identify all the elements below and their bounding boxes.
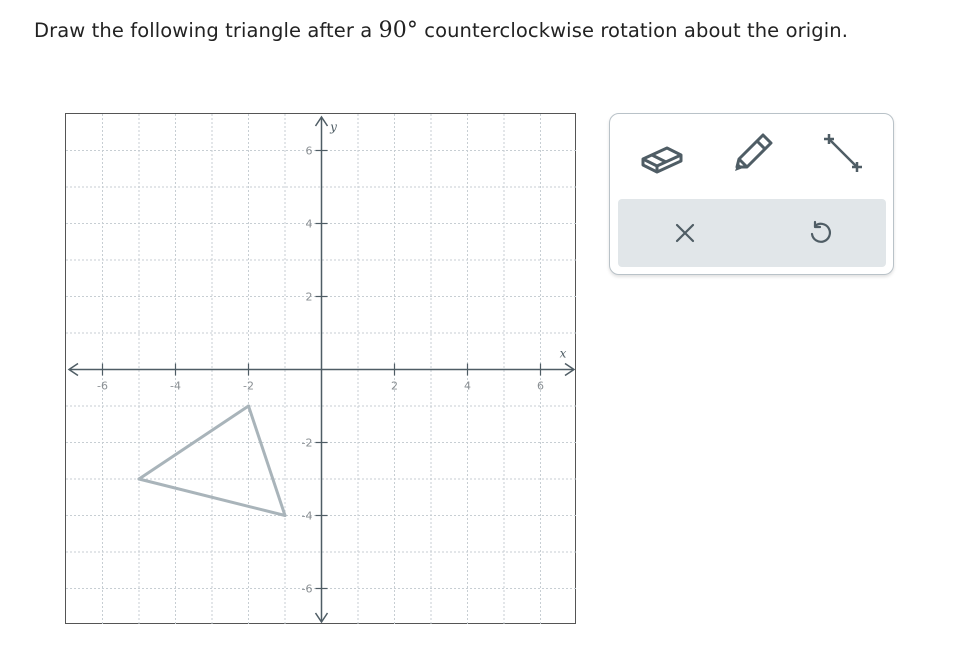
undo-button[interactable]: [796, 209, 844, 257]
drawing-toolbox: [609, 113, 894, 275]
coordinate-graph[interactable]: xy -6 -4 -2 2 4 6 -6 -4 -2 2 4 6: [65, 113, 577, 625]
x-tick-label: 4: [464, 380, 471, 393]
question-prompt: Draw the following triangle after a 90° …: [34, 18, 848, 43]
prompt-text-start: Draw the following triangle after a: [34, 19, 379, 42]
y-tick-label: 2: [306, 291, 313, 304]
triangle-vertex: [283, 514, 287, 517]
undo-icon: [810, 220, 831, 243]
graph-canvas[interactable]: xy -6 -4 -2 2 4 6-6-4-2246: [66, 114, 577, 625]
x-axis-label: x: [560, 347, 567, 361]
axes: xy: [67, 115, 576, 624]
triangle-vertex: [137, 477, 141, 481]
line-segment-icon: [824, 134, 862, 172]
close-icon: [675, 223, 695, 243]
y-tick-label: -4: [302, 510, 313, 523]
eraser-icon: [641, 146, 683, 174]
x-tick-label: -4: [170, 380, 181, 393]
prompt-angle: 90°: [378, 18, 418, 43]
action-bar: [618, 199, 886, 267]
line-segment-tool-button[interactable]: [816, 126, 870, 180]
clear-button[interactable]: [661, 209, 709, 257]
x-tick-label: -6: [97, 380, 108, 393]
x-tick-label: -2: [243, 380, 254, 393]
x-tick-label: 2: [391, 380, 398, 393]
y-tick-label: 6: [306, 145, 313, 158]
triangle-vertex: [247, 404, 250, 408]
y-tick-label: -6: [302, 583, 313, 596]
y-axis-label: y: [329, 120, 337, 134]
y-tick-label: -2: [302, 437, 313, 450]
triangle-layer: [137, 404, 287, 517]
eraser-tool-button[interactable]: [634, 130, 688, 184]
pencil-icon: [735, 133, 773, 171]
pencil-tool-button[interactable]: [726, 126, 780, 180]
y-tick-label: 4: [306, 218, 313, 231]
prompt-text-end: counterclockwise rotation about the orig…: [417, 19, 849, 42]
x-tick-label: 6: [537, 380, 544, 393]
